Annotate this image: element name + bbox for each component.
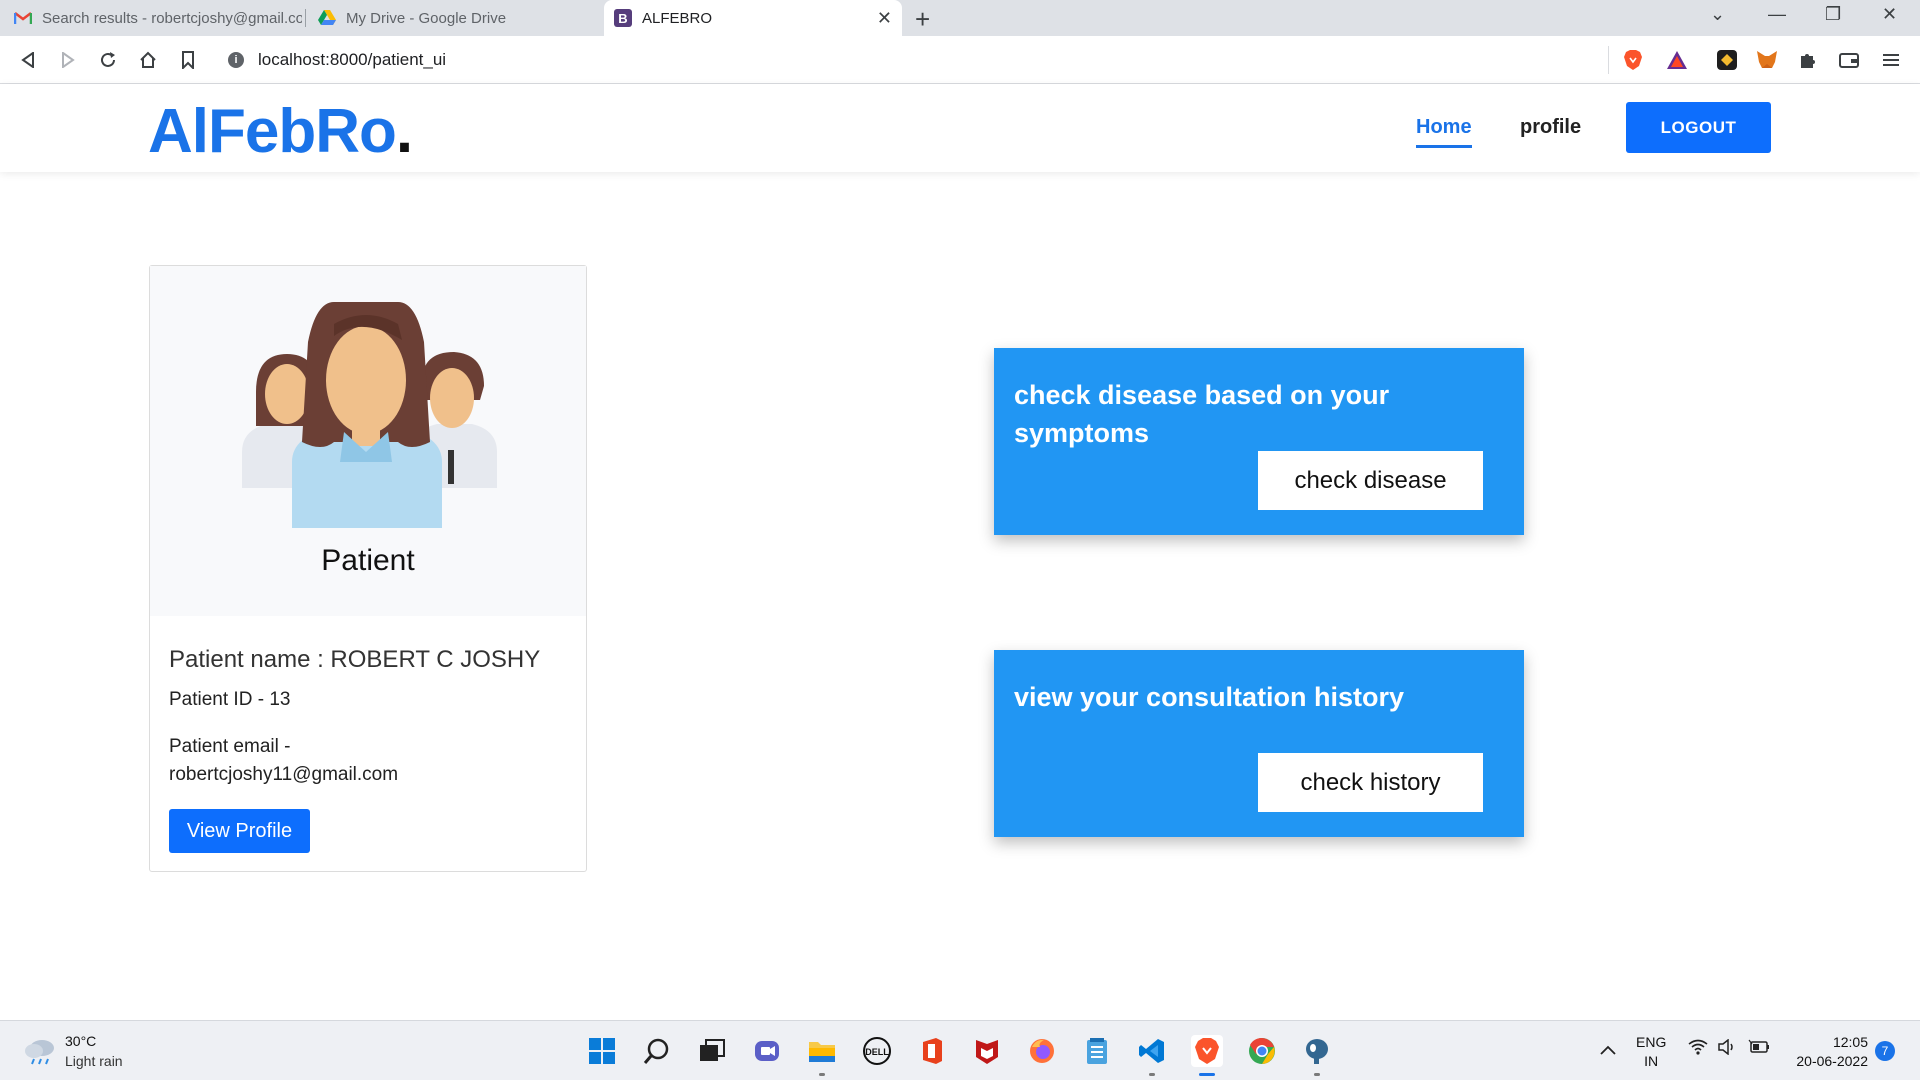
tab-label: Search results - robertcjoshy@gmail.com … bbox=[42, 9, 302, 27]
tab-search-chevron-icon[interactable]: ⌄ bbox=[1710, 4, 1725, 25]
running-indicator bbox=[1314, 1073, 1320, 1076]
close-tab-icon[interactable]: ✕ bbox=[877, 8, 892, 29]
office-icon[interactable] bbox=[916, 1035, 948, 1067]
hidden-icons-chevron-icon[interactable] bbox=[1600, 1039, 1616, 1060]
consultation-history-heading: view your consultation history bbox=[1014, 682, 1405, 712]
check-history-button[interactable]: check history bbox=[1258, 753, 1483, 812]
check-disease-panel: check disease based on your symptoms che… bbox=[994, 348, 1524, 535]
metamask-icon[interactable] bbox=[1756, 49, 1778, 71]
system-clock[interactable]: 12:05 20-06-2022 bbox=[1786, 1033, 1868, 1071]
language-indicator[interactable]: ENG IN bbox=[1636, 1033, 1666, 1071]
volume-icon[interactable] bbox=[1718, 1038, 1738, 1060]
view-profile-button[interactable]: View Profile bbox=[169, 809, 310, 853]
browser-tab-strip: Search results - robertcjoshy@gmail.com … bbox=[0, 0, 1920, 36]
gmail-icon bbox=[14, 9, 32, 27]
back-icon[interactable] bbox=[16, 48, 40, 72]
tab-google-drive[interactable]: My Drive - Google Drive bbox=[308, 0, 616, 36]
site-navbar: AlFebRo. Home profile LOGOUT bbox=[0, 84, 1920, 172]
close-window-icon[interactable]: ✕ bbox=[1882, 4, 1897, 25]
tab-label: ALFEBRO bbox=[642, 9, 713, 27]
new-tab-icon[interactable]: + bbox=[915, 4, 930, 35]
patient-card-header: Patient bbox=[150, 266, 586, 616]
brave-browser-icon[interactable] bbox=[1191, 1035, 1223, 1067]
logout-button[interactable]: LOGOUT bbox=[1626, 102, 1771, 153]
patient-name: Patient name : ROBERT C JOSHY bbox=[169, 646, 541, 673]
region-code: IN bbox=[1644, 1053, 1659, 1069]
notification-badge[interactable]: 7 bbox=[1875, 1041, 1895, 1061]
tab-gmail[interactable]: Search results - robertcjoshy@gmail.com … bbox=[4, 0, 312, 36]
address-bar[interactable]: i localhost:8000/patient_ui bbox=[214, 43, 1698, 77]
search-icon[interactable] bbox=[641, 1035, 673, 1067]
task-view-icon[interactable] bbox=[696, 1035, 728, 1067]
extensions-puzzle-icon[interactable] bbox=[1796, 49, 1818, 71]
battery-icon[interactable] bbox=[1748, 1039, 1770, 1060]
patient-card: Patient Patient name : ROBERT C JOSHY Pa… bbox=[149, 265, 587, 872]
chrome-icon[interactable] bbox=[1246, 1035, 1278, 1067]
browser-toolbar: i localhost:8000/patient_ui bbox=[0, 36, 1920, 84]
windows-taskbar: 30°C Light rain DELL ENG IN 12:05 20-06-… bbox=[0, 1020, 1920, 1080]
home-icon[interactable] bbox=[136, 48, 160, 72]
wifi-icon[interactable] bbox=[1688, 1039, 1708, 1060]
weather-temperature: 30°C bbox=[65, 1033, 97, 1049]
nav-link-home[interactable]: Home bbox=[1416, 116, 1472, 148]
start-icon[interactable] bbox=[586, 1035, 618, 1067]
clock-time: 12:05 bbox=[1832, 1034, 1868, 1050]
tab-divider bbox=[305, 9, 306, 27]
weather-rain-icon[interactable] bbox=[24, 1037, 56, 1070]
consultation-history-panel: view your consultation history check his… bbox=[994, 650, 1524, 837]
notepad-icon[interactable] bbox=[1081, 1035, 1113, 1067]
site-logo[interactable]: AlFebRo. bbox=[148, 96, 413, 167]
logo-text: AlFebRo bbox=[148, 97, 397, 166]
tab-alfebro[interactable]: B ALFEBRO ✕ bbox=[604, 0, 902, 36]
menu-icon[interactable] bbox=[1880, 49, 1902, 71]
wallet-icon[interactable] bbox=[1838, 49, 1860, 71]
svg-text:DELL: DELL bbox=[865, 1047, 889, 1057]
file-explorer-icon[interactable] bbox=[806, 1035, 838, 1067]
active-indicator bbox=[1199, 1073, 1215, 1076]
running-indicator bbox=[819, 1073, 825, 1076]
running-indicator bbox=[1149, 1073, 1155, 1076]
minimize-icon[interactable]: — bbox=[1768, 4, 1786, 25]
vscode-icon[interactable] bbox=[1136, 1035, 1168, 1067]
weather-description: Light rain bbox=[65, 1053, 123, 1069]
patient-id: Patient ID - 13 bbox=[169, 689, 291, 710]
logo-dot: . bbox=[395, 97, 413, 166]
patient-email-value: robertcjoshy11@gmail.com bbox=[169, 764, 399, 785]
mcafee-icon[interactable] bbox=[971, 1035, 1003, 1067]
omnibox-divider bbox=[1608, 46, 1609, 74]
brave-shields-icon[interactable] bbox=[1622, 49, 1644, 71]
firefox-icon[interactable] bbox=[1026, 1035, 1058, 1067]
url-text: localhost:8000/patient_ui bbox=[258, 50, 447, 69]
brave-rewards-icon[interactable] bbox=[1666, 49, 1688, 71]
bootstrap-icon: B bbox=[614, 9, 632, 27]
reload-icon[interactable] bbox=[96, 48, 120, 72]
bookmark-icon[interactable] bbox=[176, 48, 200, 72]
language-code: ENG bbox=[1636, 1034, 1667, 1050]
google-drive-icon bbox=[318, 9, 336, 27]
forward-icon[interactable] bbox=[56, 48, 80, 72]
check-disease-button[interactable]: check disease bbox=[1258, 451, 1483, 510]
nav-link-profile[interactable]: profile bbox=[1520, 116, 1581, 139]
postgres-icon[interactable] bbox=[1301, 1035, 1333, 1067]
site-info-icon[interactable]: i bbox=[228, 52, 244, 68]
patient-email-label: Patient email - bbox=[169, 736, 291, 757]
check-disease-heading: check disease based on your symptoms bbox=[1014, 380, 1390, 448]
wallet-extension-icon[interactable] bbox=[1716, 49, 1738, 71]
restore-icon[interactable]: ❐ bbox=[1825, 4, 1841, 25]
dell-icon[interactable]: DELL bbox=[861, 1035, 893, 1067]
teams-icon[interactable] bbox=[751, 1035, 783, 1067]
patient-card-title: Patient bbox=[321, 544, 415, 577]
tab-label: My Drive - Google Drive bbox=[346, 9, 507, 27]
svg-text:B: B bbox=[618, 11, 627, 26]
patients-group-illustration bbox=[242, 302, 497, 528]
clock-date: 20-06-2022 bbox=[1796, 1053, 1868, 1069]
